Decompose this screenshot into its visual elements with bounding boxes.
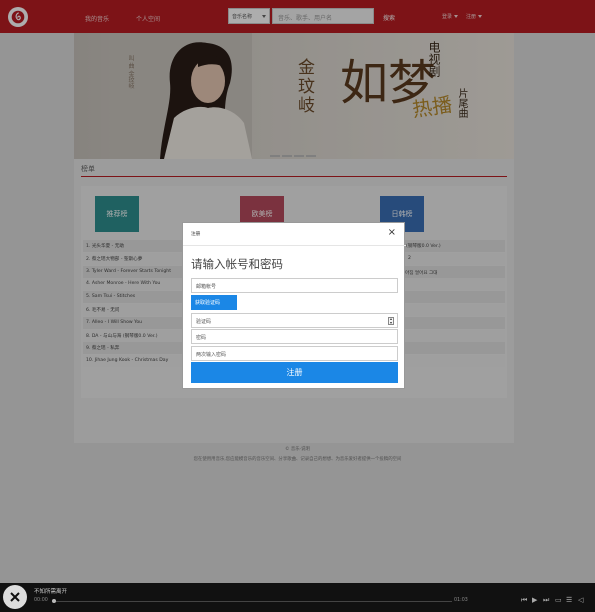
stepper-icon[interactable] — [388, 317, 394, 325]
password-field[interactable]: 密码 — [191, 329, 398, 344]
get-code-button[interactable]: 获取验证码 — [191, 295, 237, 310]
next-icon[interactable]: ⏭ — [543, 596, 549, 605]
code-field[interactable]: 验证码 — [191, 313, 398, 328]
player-time-current: 00:00 — [34, 598, 48, 603]
music-player: 不知所需离开 00:00 01:03 ⏮ ▶ ⏭ ▭ ☰ ◁ — [0, 583, 595, 612]
playlist-icon[interactable]: ☰ — [566, 596, 572, 604]
close-icon[interactable]: × — [388, 228, 396, 238]
modal-heading: 请输入帐号和密码 — [191, 257, 283, 271]
play-icon[interactable]: ▶ — [532, 596, 537, 604]
previous-icon[interactable]: ⏮ — [521, 596, 527, 605]
player-progress-bar[interactable] — [52, 601, 452, 602]
register-submit-button[interactable]: 注册 — [191, 362, 398, 383]
player-progress-handle[interactable] — [52, 599, 56, 603]
modal-divider — [183, 245, 406, 246]
lyrics-icon[interactable]: ▭ — [555, 596, 562, 604]
email-field[interactable]: 邮箱帐号 — [191, 278, 398, 293]
modal-title: 注册 — [191, 232, 201, 237]
register-modal: 注册 × 请输入帐号和密码 邮箱帐号 获取验证码 验证码 密码 两次输入密码 注… — [182, 222, 406, 389]
volume-icon[interactable]: ◁ — [578, 596, 583, 604]
player-song-title: 不知所需离开 — [34, 589, 68, 595]
player-toggle-button[interactable] — [3, 585, 27, 609]
close-icon — [10, 592, 20, 602]
repeat-password-field[interactable]: 两次输入密码 — [191, 346, 398, 361]
player-time-total: 01:03 — [454, 598, 468, 603]
code-placeholder: 验证码 — [196, 319, 212, 325]
